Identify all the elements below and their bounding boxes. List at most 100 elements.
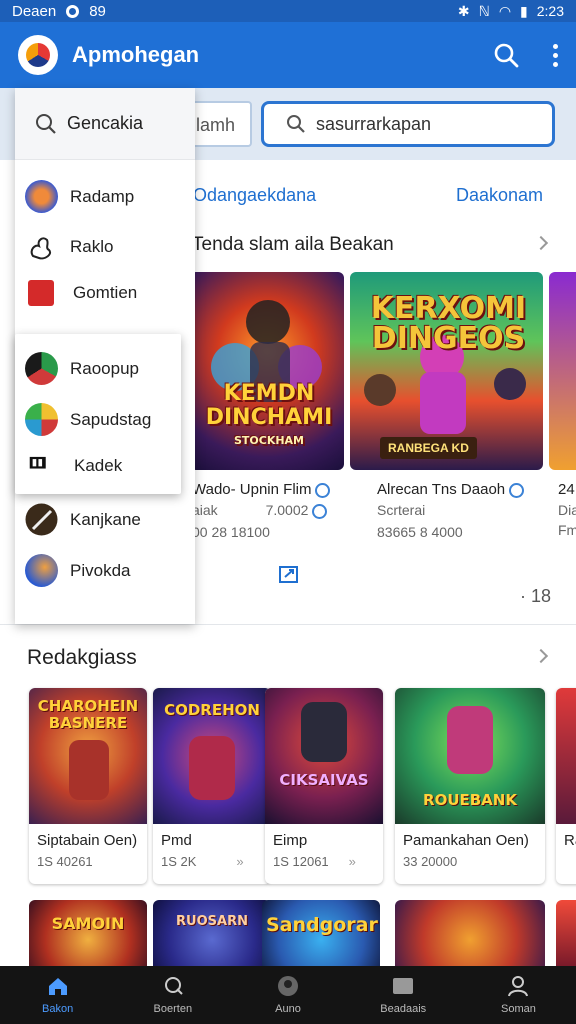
submenu-item[interactable]: Sapudstag (25, 403, 151, 436)
featured-info: Wado- Upnin Flim aiak 7.0002 00 28 18100 (192, 480, 342, 542)
app-logo[interactable] (18, 35, 58, 75)
game-sub: Scrterai (377, 502, 426, 518)
nav-item-search[interactable]: Boerten (115, 966, 230, 1024)
app-title: Apmohegan (72, 42, 200, 67)
game-name: Pamankahan Oen) (403, 832, 529, 849)
game-sub: Dia (558, 502, 576, 518)
share-icon[interactable] (278, 563, 300, 585)
game-name: Ra (564, 832, 576, 849)
character-art (189, 736, 235, 800)
game-meta: 1S 2K » (161, 854, 244, 869)
nav-label: Beadaais (380, 1003, 427, 1015)
nav-item-profile[interactable]: Soman (461, 966, 576, 1024)
game-meta: 1S 12061 » (273, 854, 356, 869)
search-icon[interactable] (493, 42, 519, 68)
drawer-item-label: Raklo (70, 236, 114, 256)
game-name: Eimp (273, 832, 308, 849)
game-art: CIKSAIVAS (265, 688, 383, 824)
nav-label: Soman (500, 1003, 536, 1015)
drawer-item[interactable]: Raklo (25, 230, 113, 263)
clock-text: 2:23 (536, 3, 564, 19)
game-art: CHAROHEIN BASNERE (29, 688, 147, 824)
featured-info: Alrecan Tns Daaoh Scrterai 83665 8 4000 (377, 480, 547, 542)
game-extra: 7.0002 (265, 502, 309, 518)
game-card[interactable] (395, 900, 545, 966)
verified-icon (509, 482, 525, 498)
game-icon (25, 554, 58, 587)
verified-icon (312, 503, 328, 519)
book-icon (29, 456, 46, 469)
page-indicator: · 18 (520, 586, 552, 606)
game-art: ROUEBANK (395, 688, 545, 824)
drawer-search-label: Gencakia (67, 113, 144, 133)
link-left[interactable]: Odangaekdana (193, 185, 316, 206)
app-bar: Apmohegan (0, 22, 576, 88)
featured-card[interactable] (549, 272, 576, 470)
filter-chip[interactable]: lamh (186, 101, 252, 147)
game-card[interactable]: Sandgorar (262, 900, 380, 966)
game-icon (25, 180, 58, 213)
game-meta: 00 28 18100 (192, 524, 270, 540)
game-meta-text: 1S 2K (161, 854, 197, 869)
game-meta-text: 1S 12061 (273, 854, 329, 869)
featured-card[interactable]: KERXOMI DINGEOS RANBEGA KD (350, 272, 543, 470)
game-card[interactable]: CIKSAIVAS Eimp 1S 12061 » (265, 688, 383, 884)
home-icon (48, 978, 67, 995)
game-name: Siptabain Oen) (37, 832, 138, 849)
game-meta: Fm (558, 522, 576, 538)
game-card[interactable]: CODREHON Pmd 1S 2K » (153, 688, 271, 884)
nav-item-home[interactable]: Bakon (0, 966, 115, 1024)
status-icons: ✱ ℕ ◠ ▮ 2:23 (458, 3, 564, 20)
search-input-value: sasurrarkapan (316, 113, 432, 134)
submenu-item[interactable]: Kadek (25, 454, 122, 478)
game-art-title: KEMDN DINCHAMI (205, 381, 333, 430)
drawer-item-label: Radamp (70, 186, 135, 206)
more-vert-icon[interactable] (553, 43, 558, 67)
submenu-item[interactable]: Raoopup (25, 352, 139, 385)
character-art (447, 706, 493, 774)
game-card[interactable]: RUOSARN (153, 900, 271, 966)
chevron-double-icon: » (236, 854, 244, 869)
game-card[interactable] (556, 900, 576, 966)
nav-item-library[interactable]: Beadaais (346, 966, 461, 1024)
profile-icon (508, 976, 529, 997)
library-icon (393, 978, 414, 994)
nav-item-avatar[interactable]: Auno (230, 966, 345, 1024)
game-art-title: CHAROHEIN BASNERE (37, 697, 139, 732)
nfc-icon: ℕ (478, 2, 490, 19)
game-art-title: CIKSAIVAS (279, 771, 369, 789)
game-card[interactable]: ROUEBANK Pamankahan Oen) 33 20000 (395, 688, 545, 884)
game-meta: 1S 40261 (37, 854, 93, 869)
search-input[interactable]: sasurrarkapan (261, 101, 555, 147)
game-art-title: CODREHON (164, 701, 260, 719)
drawer-search[interactable]: Gencakia (15, 88, 195, 160)
game-art (556, 688, 576, 824)
game-card[interactable]: Ra (556, 688, 576, 884)
drawer-item[interactable]: Radamp (25, 180, 134, 213)
submenu-item-label: Sapudstag (70, 409, 152, 429)
battery-icon: ▮ (520, 2, 528, 19)
link-right[interactable]: Daakonam (456, 185, 543, 206)
puzzle-icon (30, 237, 51, 260)
featured-card[interactable]: KEMDN DINCHAMI STOCKHAM (190, 272, 344, 470)
game-card[interactable]: SAMOIN (29, 900, 147, 966)
status-bar: Deaen 89 ✱ ℕ ◠ ▮ 2:23 (0, 0, 576, 22)
drawer-item[interactable]: Gomtien (25, 280, 137, 306)
drawer-item[interactable]: Pivokda (25, 554, 130, 587)
verified-icon (315, 482, 331, 498)
drawer-item-label: Gomtien (73, 283, 138, 302)
game-meta: 33 20000 (403, 854, 458, 869)
game-card[interactable]: CHAROHEIN BASNERE Siptabain Oen) 1S 4026… (29, 688, 147, 884)
character-art (301, 702, 347, 762)
search-icon (36, 113, 56, 134)
avatar-icon (278, 976, 298, 996)
sword-icon (25, 503, 58, 536)
game-name: Alrecan Tns Daaoh (377, 481, 506, 498)
app-screen: Deaen 89 ✱ ℕ ◠ ▮ 2:23 Apmohegan lamh sas… (0, 0, 576, 1024)
game-art-title: ROUEBANK (423, 791, 517, 809)
section-title-featured: Tenda slam aila Beakan (192, 234, 394, 255)
nav-label: Boerten (153, 1003, 193, 1015)
drawer-item[interactable]: Kanjkane (25, 503, 141, 536)
game-badge: RANBEGA KD (380, 437, 477, 459)
signal-text: 89 (89, 2, 106, 20)
